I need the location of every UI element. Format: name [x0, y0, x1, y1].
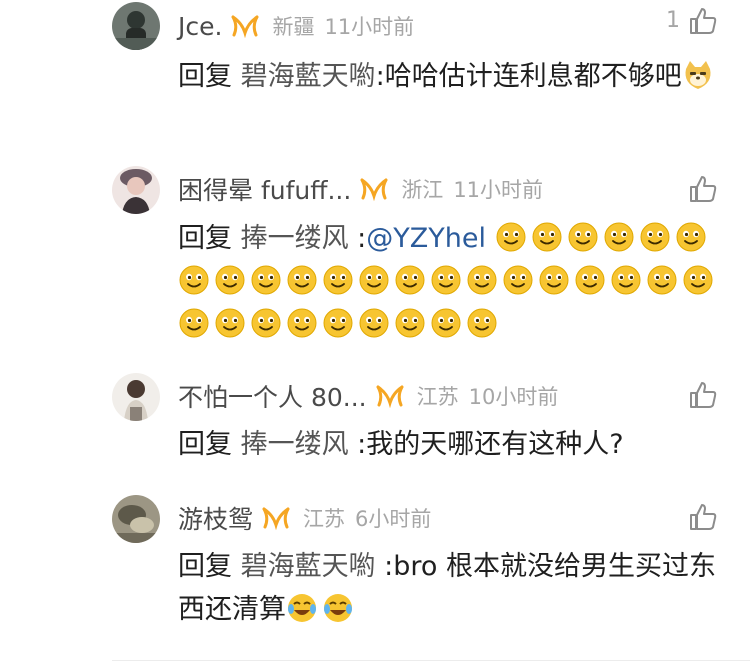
comment-header: 困得晕 fufuff... 浙江 11小时前	[178, 169, 543, 209]
smile-emoji-icon	[538, 264, 570, 296]
laugh-cry-emoji-icon	[286, 592, 318, 624]
smile-emoji-icon	[178, 307, 210, 339]
smile-emoji-icon	[646, 264, 678, 296]
reply-target[interactable]: 碧海藍天喲	[241, 551, 376, 582]
smile-emoji-icon	[286, 264, 318, 296]
header-clip: Jce. 新疆 11小时前 1	[0, 0, 750, 42]
smile-emoji-icon	[639, 221, 671, 253]
vip-badge-icon	[230, 13, 260, 39]
smile-emoji-icon	[250, 307, 282, 339]
vip-badge-icon	[359, 176, 389, 202]
comment-header: 游枝鸳 江苏 6小时前	[178, 498, 431, 538]
smile-emoji-icon	[322, 307, 354, 339]
divider	[112, 660, 750, 661]
thumbs-up-icon	[690, 504, 717, 530]
thumbs-up-icon	[690, 8, 717, 34]
smile-emoji-icon	[430, 264, 462, 296]
timestamp: 10小时前	[468, 385, 559, 409]
comment-text: 回复 捧一缕风 :我的天哪还有这种人?	[178, 423, 723, 466]
smile-emoji-icon	[466, 307, 498, 339]
smile-emoji-icon	[322, 264, 354, 296]
comment-text: 回复 捧一缕风 :@YZYhel	[178, 217, 723, 346]
comment-text: 回复 碧海藍天喲:哈哈估计连利息都不够吧	[178, 55, 723, 98]
avatar[interactable]	[112, 166, 160, 214]
smile-emoji-icon	[610, 264, 642, 296]
timestamp: 11小时前	[453, 178, 544, 202]
reply-label: 回复	[178, 61, 241, 92]
reply-content: :哈哈估计连利息都不够吧	[375, 61, 682, 92]
smile-emoji-icon	[603, 221, 635, 253]
reply-target[interactable]: 捧一缕风	[241, 223, 349, 254]
thumbs-up-icon	[690, 176, 717, 202]
comment-header: 不怕一个人 80... 江苏 10小时前	[178, 376, 558, 416]
like-count: 1	[666, 8, 680, 33]
smile-emoji-icon	[286, 307, 318, 339]
like-button[interactable]	[688, 174, 718, 204]
vip-badge-icon	[375, 383, 405, 409]
reply-label: 回复	[178, 429, 241, 460]
smile-emoji-icon	[430, 307, 462, 339]
reply-label: 回复	[178, 223, 241, 254]
thumbs-up-icon	[690, 382, 717, 408]
reply-target[interactable]: 碧海藍天喲	[241, 61, 376, 92]
location: 浙江	[401, 178, 444, 202]
vip-badge-icon	[261, 505, 291, 531]
like-button[interactable]	[688, 502, 718, 532]
smile-emoji-icon	[682, 264, 714, 296]
comment-text: 回复 碧海藍天喲 :bro 根本就没给男生买过东西还清算	[178, 545, 723, 631]
location: 新疆	[272, 15, 315, 39]
smile-emoji-icon	[394, 307, 426, 339]
avatar[interactable]	[112, 495, 160, 543]
comment-header: Jce. 新疆 11小时前	[178, 6, 414, 42]
reply-label: 回复	[178, 551, 241, 582]
doge-emoji-icon	[682, 59, 714, 91]
smile-emoji-icon	[466, 264, 498, 296]
username[interactable]: 游枝鸳	[178, 500, 253, 536]
location: 江苏	[303, 507, 346, 531]
username[interactable]: 困得晕 fufuff...	[178, 171, 351, 207]
timestamp: 11小时前	[324, 15, 415, 39]
smile-emoji-icon	[567, 221, 599, 253]
smile-emoji-icon	[214, 264, 246, 296]
location: 江苏	[416, 385, 459, 409]
smile-emoji-icon	[675, 221, 707, 253]
smile-emoji-icon	[358, 264, 390, 296]
reply-content: :我的天哪还有这种人?	[348, 429, 624, 460]
smile-emoji-icon	[358, 307, 390, 339]
smile-emoji-icon	[250, 264, 282, 296]
smile-emoji-icon	[574, 264, 606, 296]
smile-emoji-icon	[214, 307, 246, 339]
smile-emoji-icon	[531, 221, 563, 253]
smile-emoji-icon	[394, 264, 426, 296]
reply-separator: :	[348, 223, 367, 254]
laugh-cry-emoji-icon	[322, 592, 354, 624]
like-button[interactable]	[688, 6, 718, 36]
username[interactable]: Jce.	[178, 12, 222, 41]
like-button[interactable]	[688, 380, 718, 410]
smile-emoji-icon	[495, 221, 527, 253]
avatar[interactable]	[112, 373, 160, 421]
smile-emoji-icon	[502, 264, 534, 296]
username[interactable]: 不怕一个人 80...	[178, 378, 367, 414]
mention-link[interactable]: @YZYhel	[366, 223, 486, 254]
smile-emoji-icon	[178, 264, 210, 296]
reply-target[interactable]: 捧一缕风	[241, 429, 349, 460]
timestamp: 6小时前	[355, 507, 432, 531]
